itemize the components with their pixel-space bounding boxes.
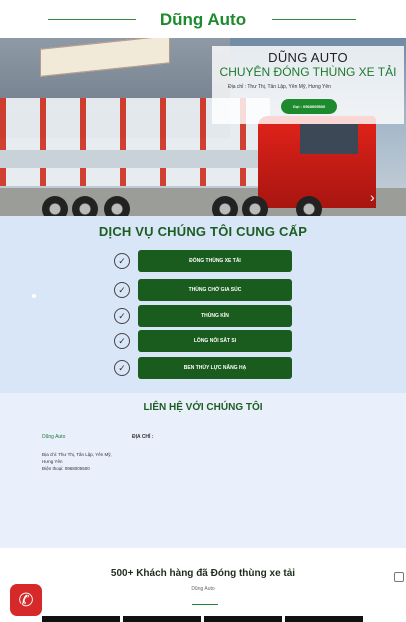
contact-address: Địa chỉ: Thư Thị, Tân Lập, Yên Mỹ, bbox=[42, 452, 112, 457]
service-button[interactable]: THÙNG CHỞ GIA SÚC bbox=[138, 279, 292, 301]
contact-address-label: ĐỊA CHỈ : bbox=[132, 434, 154, 440]
phone-icon[interactable]: ✆ bbox=[10, 584, 42, 616]
hero-wheel bbox=[296, 196, 322, 216]
site-brand[interactable]: Dũng Auto bbox=[0, 10, 406, 30]
services-section: DỊCH VỤ CHÚNG TÔI CUNG CẤP ✓ ĐÓNG THÙNG … bbox=[0, 216, 406, 393]
hero-title: DŨNG AUTO bbox=[268, 50, 348, 65]
arrow-icon[interactable]: › bbox=[370, 190, 384, 204]
customer-logo bbox=[123, 616, 201, 622]
chat-widget-icon[interactable] bbox=[394, 572, 404, 582]
hero-wheel bbox=[104, 196, 130, 216]
site-header: Dũng Auto bbox=[0, 0, 406, 38]
customer-logo bbox=[204, 616, 282, 622]
hero-wheel bbox=[242, 196, 268, 216]
check-circle-icon: ✓ bbox=[114, 282, 130, 298]
contact-section: LIÊN HỆ VỚI CHÚNG TÔI Dũng Auto ĐỊA CHỈ … bbox=[0, 393, 406, 548]
customer-logo bbox=[285, 616, 363, 622]
check-circle-icon: ✓ bbox=[114, 308, 130, 324]
hero-wheel bbox=[72, 196, 98, 216]
contact-phone[interactable]: Điện thoại: 0968005500 bbox=[42, 466, 90, 471]
hero-subtitle: CHUYÊN ĐÓNG THÙNG XE TẢI bbox=[219, 65, 397, 79]
header-rule-right bbox=[272, 19, 356, 20]
service-item: ✓ ĐÓNG THÙNG XE TẢI bbox=[0, 250, 406, 272]
services-title: DỊCH VỤ CHÚNG TÔI CUNG CẤP bbox=[98, 224, 308, 239]
service-button[interactable]: THÙNG KÍN bbox=[138, 305, 292, 327]
service-item: ✓ BEN THỦY LỰC NÂNG HẠ bbox=[0, 357, 406, 379]
service-item: ✓ LỒNG NỐI SẮT SI bbox=[0, 330, 406, 352]
customers-subtitle: Dũng Auto bbox=[191, 586, 215, 592]
service-button[interactable]: BEN THỦY LỰC NÂNG HẠ bbox=[138, 357, 292, 379]
hero-wheel bbox=[42, 196, 68, 216]
service-item: ✓ THÙNG CHỞ GIA SÚC bbox=[0, 279, 406, 301]
hero-wheel bbox=[212, 196, 238, 216]
hero-truck-band bbox=[0, 150, 270, 168]
customers-section: 500+ Khách hàng đã Đóng thùng xe tải Dũn… bbox=[0, 548, 406, 622]
service-button[interactable]: LỒNG NỐI SẮT SI bbox=[138, 330, 292, 352]
contact-title: LIÊN HỆ VỚI CHÚNG TÔI bbox=[143, 402, 263, 413]
customers-underline bbox=[192, 604, 218, 605]
customer-logo bbox=[42, 616, 120, 622]
hero-call-button[interactable]: Gọi : 0968005500 bbox=[281, 99, 337, 114]
hero-address: Địa chỉ : Thư Thị, Tân Lập, Yên Mỹ, Hưng… bbox=[228, 84, 331, 90]
check-circle-icon: ✓ bbox=[114, 360, 130, 376]
check-circle-icon: ✓ bbox=[114, 333, 130, 349]
check-circle-icon: ✓ bbox=[114, 253, 130, 269]
customers-title: 500+ Khách hàng đã Đóng thùng xe tải bbox=[110, 568, 296, 579]
service-button[interactable]: ĐÓNG THÙNG XE TẢI bbox=[138, 250, 292, 272]
contact-brand: Dũng Auto bbox=[42, 434, 66, 440]
hero-truck-window bbox=[300, 124, 358, 154]
service-item: ✓ THÙNG KÍN bbox=[0, 305, 406, 327]
contact-address-2: Hưng Yên bbox=[42, 459, 63, 464]
